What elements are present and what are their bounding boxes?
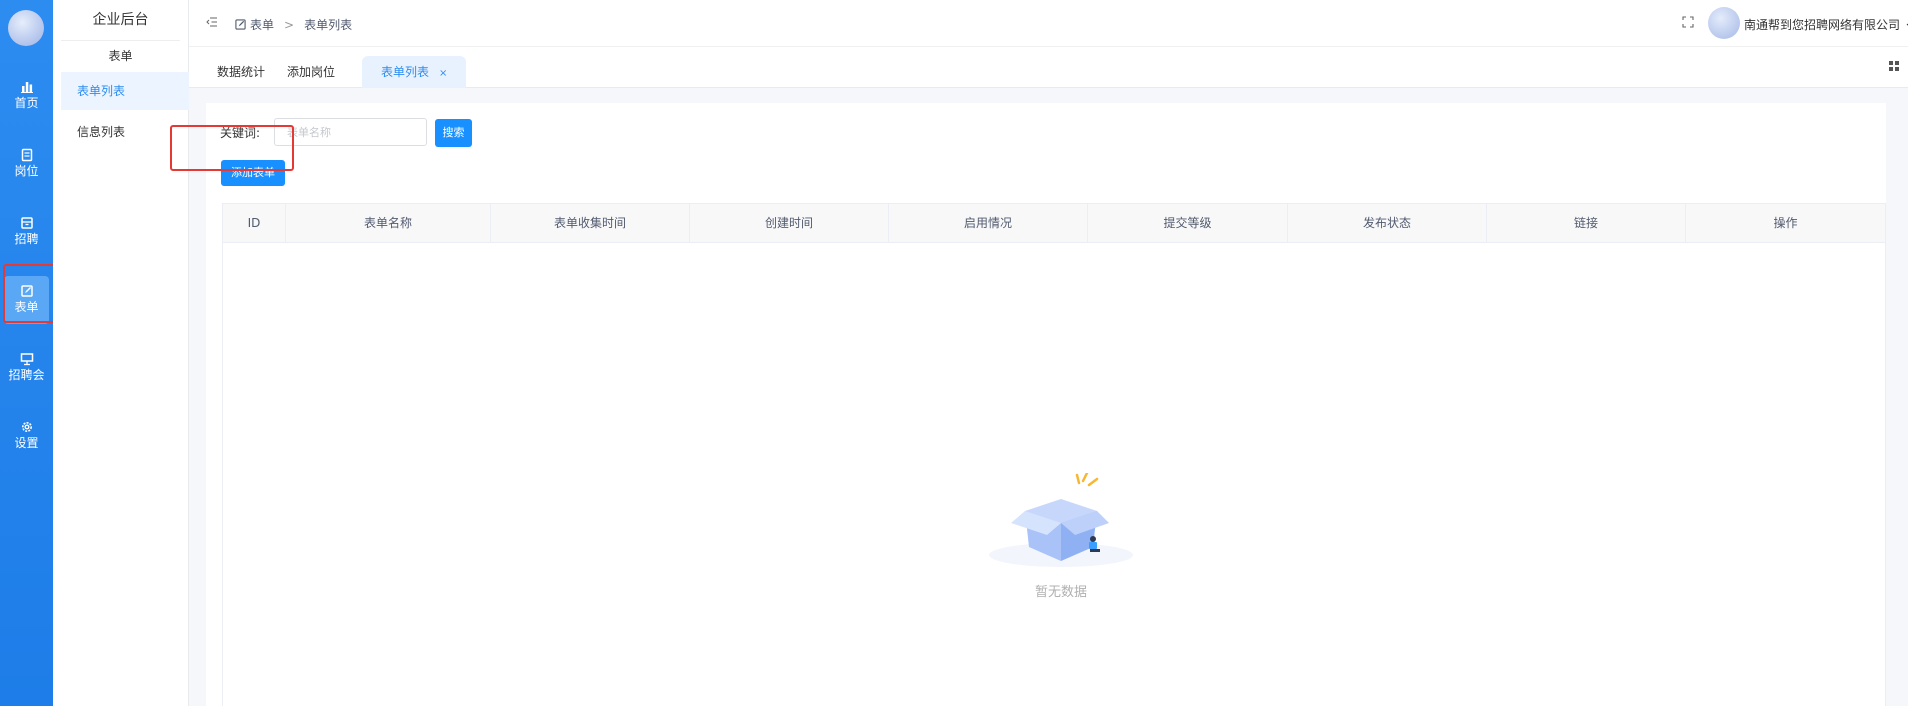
edit-form-icon	[20, 285, 33, 297]
fullscreen-icon[interactable]	[1682, 16, 1694, 28]
tabs-bar: 数据统计 添加岗位 表单列表 ×	[189, 47, 1908, 88]
forms-table: ID 表单名称 表单收集时间 创建时间 启用情况 提交等级 发布状态 链接 操作	[222, 203, 1886, 706]
tab-form-list[interactable]: 表单列表 ×	[362, 56, 467, 88]
nav-home[interactable]: 首页	[4, 72, 49, 120]
search-button[interactable]: 搜索	[435, 119, 472, 147]
company-logo[interactable]	[8, 10, 44, 46]
column-header-enabled: 启用情况	[889, 204, 1088, 243]
inbox-icon	[20, 217, 33, 229]
gear-icon	[21, 422, 32, 432]
edit-form-icon	[235, 19, 246, 30]
empty-box-illustration	[989, 473, 1133, 567]
column-header-form-name: 表单名称	[286, 204, 491, 243]
breadcrumb-item-form-list: 表单列表	[304, 18, 353, 32]
column-header-actions: 操作	[1773, 216, 1798, 230]
sub-sidebar-group: 表单	[61, 40, 180, 64]
tab-label: 添加岗位	[287, 65, 336, 79]
sub-sidebar: 企业后台 表单 表单列表 信息列表	[53, 0, 189, 706]
column-header-id: ID	[223, 204, 286, 243]
breadcrumb-item-forms[interactable]: 表单	[250, 16, 274, 33]
nav-settings-label: 设置	[14, 436, 39, 450]
tab-label: 数据统计	[217, 65, 266, 79]
tab-add-position[interactable]: 添加岗位	[273, 56, 349, 88]
user-menu[interactable]: 南通帮到您招聘网络有限公司	[1744, 16, 1908, 33]
avatar[interactable]	[1708, 7, 1740, 39]
nav-positions-label: 岗位	[14, 164, 39, 178]
main-nav-rail: 首页 岗位 招聘 表单 招聘会 设置	[0, 0, 53, 706]
user-name: 南通帮到您招聘网络有限公司	[1744, 18, 1901, 32]
nav-recruit-label: 招聘	[14, 232, 39, 246]
nav-positions[interactable]: 岗位	[4, 140, 49, 188]
nav-home-label: 首页	[14, 96, 39, 110]
document-icon	[21, 148, 32, 162]
column-header-created-time: 创建时间	[690, 204, 889, 243]
column-header-publish-status: 发布状态	[1288, 204, 1487, 243]
tab-data-stats[interactable]: 数据统计	[203, 56, 279, 88]
breadcrumb-separator: >	[284, 17, 295, 32]
presentation-icon	[20, 353, 33, 366]
empty-state: 暂无数据	[961, 473, 1161, 600]
sidebar-item-form-list[interactable]: 表单列表	[61, 72, 189, 110]
column-header-collect-time: 表单收集时间	[491, 204, 690, 243]
nav-forms[interactable]: 表单	[4, 276, 49, 324]
column-header-submit-level: 提交等级	[1088, 204, 1288, 243]
nav-recruit[interactable]: 招聘	[4, 208, 49, 256]
nav-job-fair[interactable]: 招聘会	[4, 344, 49, 392]
nav-forms-label: 表单	[14, 300, 39, 314]
sub-sidebar-title: 企业后台	[92, 12, 149, 28]
grid-menu-icon[interactable]	[1888, 60, 1900, 72]
empty-text: 暂无数据	[1034, 585, 1087, 600]
nav-settings[interactable]: 设置	[4, 412, 49, 460]
keyword-search-input[interactable]	[274, 118, 427, 146]
add-form-button[interactable]: 添加表单	[221, 160, 285, 186]
collapse-menu-icon[interactable]	[206, 16, 218, 28]
breadcrumb: 表单 > 表单列表	[235, 16, 352, 33]
nav-job-fair-label: 招聘会	[8, 368, 45, 382]
sidebar-item-info-list[interactable]: 信息列表	[61, 113, 189, 151]
bar-chart-icon	[20, 82, 33, 93]
content-card: 关键词: 搜索 添加表单 ID 表单名称 表单收集时间 创建时间 启用情况 提交…	[170, 103, 1886, 706]
table-header: ID 表单名称 表单收集时间 创建时间 启用情况 提交等级 发布状态 链接 操作	[223, 203, 1885, 243]
tab-close-button[interactable]: ×	[439, 68, 447, 79]
keyword-label: 关键词:	[220, 126, 261, 140]
column-header-link: 链接	[1487, 204, 1686, 243]
tab-label: 表单列表	[381, 65, 430, 79]
top-header: 表单 > 表单列表 南通帮到您招聘网络有限公司	[189, 0, 1908, 47]
